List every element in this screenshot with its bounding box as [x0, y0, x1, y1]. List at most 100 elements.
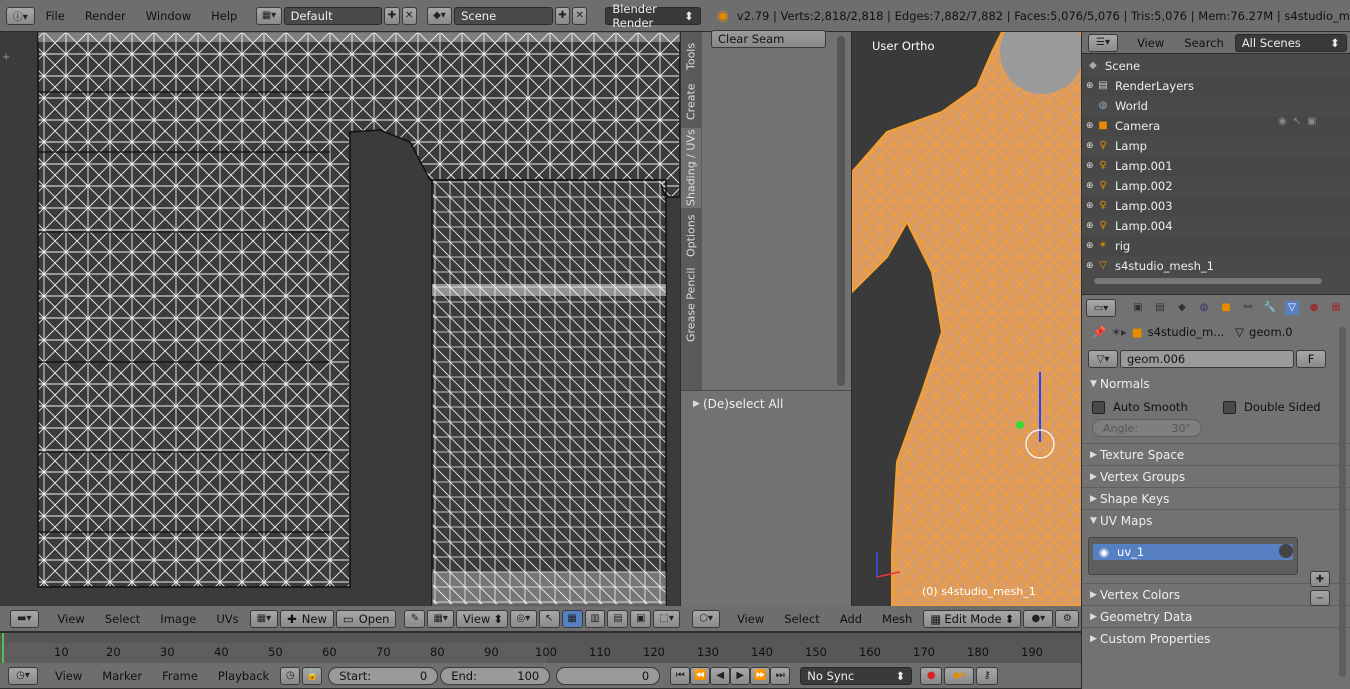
outliner-menu-search[interactable]: Search [1175, 36, 1233, 50]
render-tab-icon[interactable]: ▣ [1131, 301, 1145, 315]
shape-keys-panel[interactable]: ▶ Shape Keys [1082, 487, 1350, 509]
uv-mode-icon[interactable]: ▦▾ [427, 609, 455, 628]
expand-icon[interactable]: ⊕ [1086, 81, 1096, 91]
prev-keyframe-icon[interactable]: ⏪ [690, 666, 711, 685]
geometry-data-panel[interactable]: ▶ Geometry Data [1082, 605, 1350, 627]
expand-icon[interactable]: ⊕ [1086, 221, 1096, 231]
scene-tab-icon[interactable]: ◆ [1175, 301, 1189, 315]
tab-shading-uvs[interactable]: Shading / UVs [681, 128, 701, 208]
pin-icon[interactable]: ✎ [404, 609, 426, 628]
uv-menu-uvs[interactable]: UVs [207, 612, 247, 626]
timeline-menu-marker[interactable]: Marker [93, 669, 151, 683]
modifiers-tab-icon[interactable]: 🔧 [1263, 301, 1277, 315]
double-sided-checkbox[interactable] [1223, 400, 1236, 414]
eye-icon[interactable]: ◉ [1278, 116, 1287, 136]
expand-icon[interactable]: ⊕ [1086, 161, 1096, 171]
pivot-icon[interactable]: ◎▾ [510, 609, 537, 628]
timeline-menu-playback[interactable]: Playback [209, 669, 278, 683]
render-engine-select[interactable]: Blender Render ⬍ [605, 2, 701, 30]
preview-range-icon[interactable]: ◷ [280, 666, 301, 685]
add-layout-icon[interactable]: ✚ [384, 6, 400, 25]
screen-layout-icon[interactable]: ▦▾ [256, 6, 282, 25]
tab-grease-pencil[interactable]: Grease Pencil [681, 264, 701, 346]
keyframe-insert-icon[interactable]: ⚷ [976, 666, 999, 685]
uv-editor[interactable]: + [0, 32, 680, 606]
uv-menu-image[interactable]: Image [151, 612, 205, 626]
properties-scrollbar[interactable] [1339, 327, 1346, 677]
new-image-button[interactable]: ✚ New [280, 609, 334, 628]
island-select-icon[interactable]: ▣ [630, 609, 652, 628]
remove-layout-icon[interactable]: ✕ [401, 6, 417, 25]
layout-field[interactable]: Default [283, 6, 383, 25]
remove-scene-icon[interactable]: ✕ [572, 6, 588, 25]
uv-map-add-button[interactable]: ✚ [1310, 571, 1330, 587]
start-frame-field[interactable]: Start: 0 [328, 666, 439, 685]
info-editor-type-icon[interactable]: ⓘ▾ [6, 6, 35, 25]
clear-seam-button[interactable]: Clear Seam [711, 30, 826, 48]
cursor-icon[interactable]: ↖ [1293, 116, 1301, 136]
uv-editor-type-icon[interactable]: ▬▾ [10, 609, 39, 628]
tab-create[interactable]: Create [681, 78, 701, 126]
menu-help[interactable]: Help [202, 9, 246, 23]
constraints-tab-icon[interactable]: ⚯ [1241, 301, 1255, 315]
next-keyframe-icon[interactable]: ⏩ [750, 666, 771, 685]
timeline-ruler[interactable]: 10 20 30 40 50 60 70 80 90 100 110 120 1… [0, 633, 1081, 663]
tool-shelf-scrollbar[interactable] [837, 36, 845, 386]
play-icon[interactable]: ▶ [730, 666, 751, 685]
shading-icon[interactable]: ●▾ [1023, 609, 1054, 628]
edge-select-icon[interactable]: ▥ [584, 609, 606, 628]
mesh-view[interactable] [852, 32, 1081, 606]
outliner-filter-select[interactable]: All Scenes ⬍ [1234, 33, 1347, 52]
outliner-item-world[interactable]: ◍ World [1082, 96, 1350, 116]
mode-select[interactable]: ▦ Edit Mode ⬍ [923, 609, 1022, 628]
properties-editor-type-icon[interactable]: ▭▾ [1086, 299, 1116, 317]
open-image-button[interactable]: ▭ Open [335, 609, 397, 628]
view-mode-select[interactable]: View ⬍ [456, 609, 509, 628]
add-scene-icon[interactable]: ✚ [554, 6, 571, 25]
pivot-point-icon[interactable]: ⚙ [1055, 609, 1080, 628]
vertex-groups-panel[interactable]: ▶ Vertex Groups [1082, 465, 1350, 487]
uv-menu-select[interactable]: Select [96, 612, 149, 626]
sync-mode-select[interactable]: No Sync ⬍ [800, 666, 913, 685]
scene-field[interactable]: Scene [454, 6, 553, 25]
timeline-menu-view[interactable]: View [46, 669, 91, 683]
play-reverse-icon[interactable]: ◀ [710, 666, 731, 685]
viewport-menu-add[interactable]: Add [831, 612, 871, 626]
texture-space-panel[interactable]: ▶ Texture Space [1082, 443, 1350, 465]
viewport-menu-mesh[interactable]: Mesh [873, 612, 921, 626]
expand-icon[interactable]: ⊕ [1086, 241, 1096, 251]
outliner-menu-view[interactable]: View [1128, 36, 1173, 50]
mesh-browse-icon[interactable]: ▽▾ [1088, 350, 1118, 368]
auto-smooth-checkbox[interactable] [1092, 400, 1105, 414]
outliner-scrollbar[interactable] [1094, 278, 1322, 284]
tab-options[interactable]: Options [681, 210, 701, 262]
layers-tab-icon[interactable]: ▤ [1153, 301, 1167, 315]
end-frame-field[interactable]: End: 100 [440, 666, 551, 685]
pin-icon[interactable]: 📌 [1092, 325, 1106, 339]
uv-map-item[interactable]: ◉ uv_1 [1093, 544, 1293, 560]
viewport-menu-select[interactable]: Select [775, 612, 828, 626]
image-browse-icon[interactable]: ▦▾ [249, 609, 279, 628]
deselect-all-panel[interactable]: ▶ (De)select All [681, 393, 852, 415]
active-render-icon[interactable] [1279, 544, 1293, 558]
sticky-select-icon[interactable]: ⬚▾ [653, 609, 680, 628]
expand-icon[interactable]: ⊕ [1086, 141, 1096, 151]
fake-user-button[interactable]: F [1296, 350, 1326, 368]
jump-end-icon[interactable]: ⏭ [770, 666, 791, 685]
expand-icon[interactable]: ⊕ [1086, 201, 1096, 211]
3d-viewport[interactable]: User Ortho (0) s4studio_mesh_1 [851, 32, 1081, 606]
lock-icon[interactable]: 🔒 [302, 666, 323, 685]
viewport-editor-type-icon[interactable]: ⬡▾ [692, 609, 720, 628]
timeline-editor-type-icon[interactable]: ◷▾ [8, 666, 38, 685]
viewport-menu-view[interactable]: View [728, 612, 773, 626]
tab-tools[interactable]: Tools [681, 36, 701, 76]
outliner-editor-type-icon[interactable]: ☰▾ [1088, 33, 1118, 52]
object-tab-icon[interactable]: ■ [1219, 301, 1233, 315]
sync-selection-icon[interactable]: ↖ [538, 609, 560, 628]
uv-menu-view[interactable]: View [49, 612, 94, 626]
jump-start-icon[interactable]: ⏮ [670, 666, 691, 685]
expand-icon[interactable]: ⊕ [1086, 181, 1096, 191]
texture-tab-icon[interactable]: ▦ [1329, 301, 1343, 315]
menu-file[interactable]: File [37, 9, 74, 23]
scene-icon[interactable]: ◆▾ [426, 6, 453, 25]
